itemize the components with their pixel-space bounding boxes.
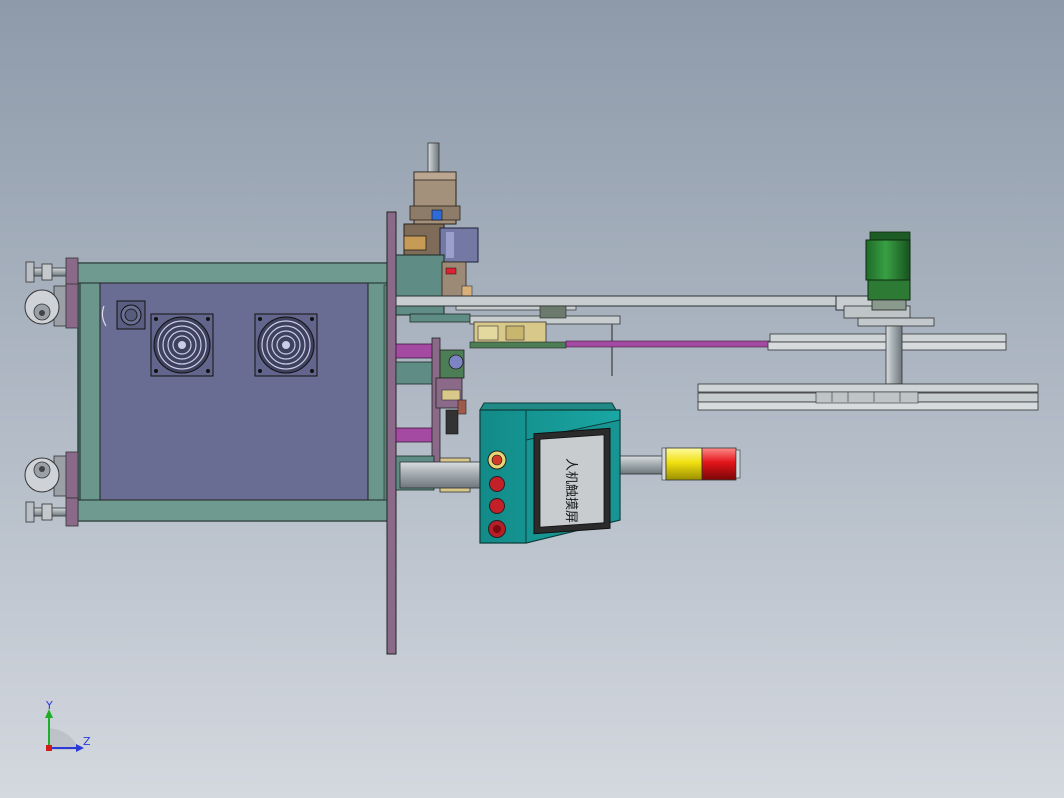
vertical-servo-motor <box>403 142 479 263</box>
signal-tower-light <box>661 447 741 481</box>
cabinet-top-rail <box>77 262 391 284</box>
cabinet-left-post <box>79 282 101 501</box>
y-axis-label: Y <box>45 699 53 712</box>
cooling-fan-1 <box>150 313 214 377</box>
mounting-plate <box>386 211 397 655</box>
caster-wheel-bottom <box>24 451 79 499</box>
hmi-top-face <box>479 402 617 411</box>
cooling-fan-2 <box>254 313 318 377</box>
hmi-screen-text: 人机触摸屏 <box>563 458 578 523</box>
hmi-start-button[interactable] <box>489 476 505 492</box>
cad-assembly-view: 人机触摸屏 Y Z <box>24 142 1039 752</box>
cabinet-bottom-rail <box>77 499 391 522</box>
hmi-stop-button[interactable] <box>489 498 505 514</box>
leveling-foot-top <box>25 257 79 287</box>
hmi-control-panel: 人机触摸屏 <box>479 402 621 544</box>
coordinate-triad: Y Z <box>45 699 91 752</box>
leveling-foot-bottom <box>25 497 79 527</box>
turntable <box>697 317 1039 411</box>
z-axis-label: Z <box>83 735 91 748</box>
lamp-yellow <box>665 447 703 481</box>
lamp-red <box>701 447 737 481</box>
gear-motor <box>865 231 911 311</box>
caster-wheel-top <box>24 283 79 329</box>
